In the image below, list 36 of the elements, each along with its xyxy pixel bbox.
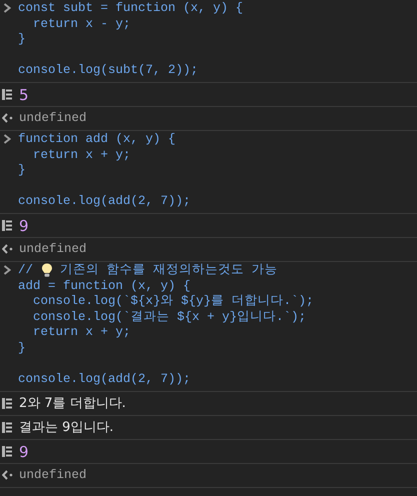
return-arrow-icon — [2, 113, 13, 124]
code-line: return x + y; — [32, 325, 132, 341]
log-output: 9 — [19, 216, 29, 237]
log-lines-icon — [2, 398, 12, 409]
code-line: } — [18, 32, 27, 48]
prompt-chevron-icon — [3, 134, 11, 144]
log-output: 5 — [19, 84, 29, 106]
code-line: console.log(`결과는 ${x + y}입니다.`); — [32, 310, 308, 326]
code-line: console.log(`${x}와 ${y}를 더합니다.`); — [32, 294, 314, 310]
log-lines-icon — [2, 446, 12, 457]
log-lines-icon — [2, 220, 12, 231]
prompt-chevron-icon — [3, 3, 11, 13]
return-arrow-icon — [2, 470, 13, 480]
return-value: undefined — [19, 241, 87, 258]
return-arrow-icon — [2, 244, 13, 254]
code-line: console.log(add(2, 7)); — [18, 372, 192, 388]
log-lines-icon — [2, 422, 12, 433]
lightbulb-icon — [41, 263, 54, 278]
code-line: console.log(subt(7, 2)); — [18, 63, 200, 79]
code-comment: 기존의 함수를 재정의하는것도 가능 — [60, 262, 278, 279]
code-line: } — [18, 163, 27, 179]
code-line: } — [18, 340, 27, 356]
log-output: 2와 7를 더합니다. — [19, 394, 126, 413]
return-value: undefined — [19, 110, 87, 128]
log-output: 결과는 9입니다. — [19, 418, 114, 437]
code-line: return x - y; — [32, 16, 132, 32]
code-comment: // — [18, 262, 34, 279]
log-output: 9 — [19, 442, 29, 463]
code-line: return x + y; — [32, 148, 132, 164]
code-line: add = function (x, y) { — [18, 278, 192, 294]
code-line: function add (x, y) { — [18, 132, 177, 148]
log-lines-icon — [2, 88, 12, 100]
return-value: undefined — [19, 467, 87, 484]
code-line: const subt = function (x, y) { — [18, 1, 244, 17]
code-line: console.log(add(2, 7)); — [18, 194, 191, 210]
prompt-chevron-icon — [3, 264, 11, 275]
